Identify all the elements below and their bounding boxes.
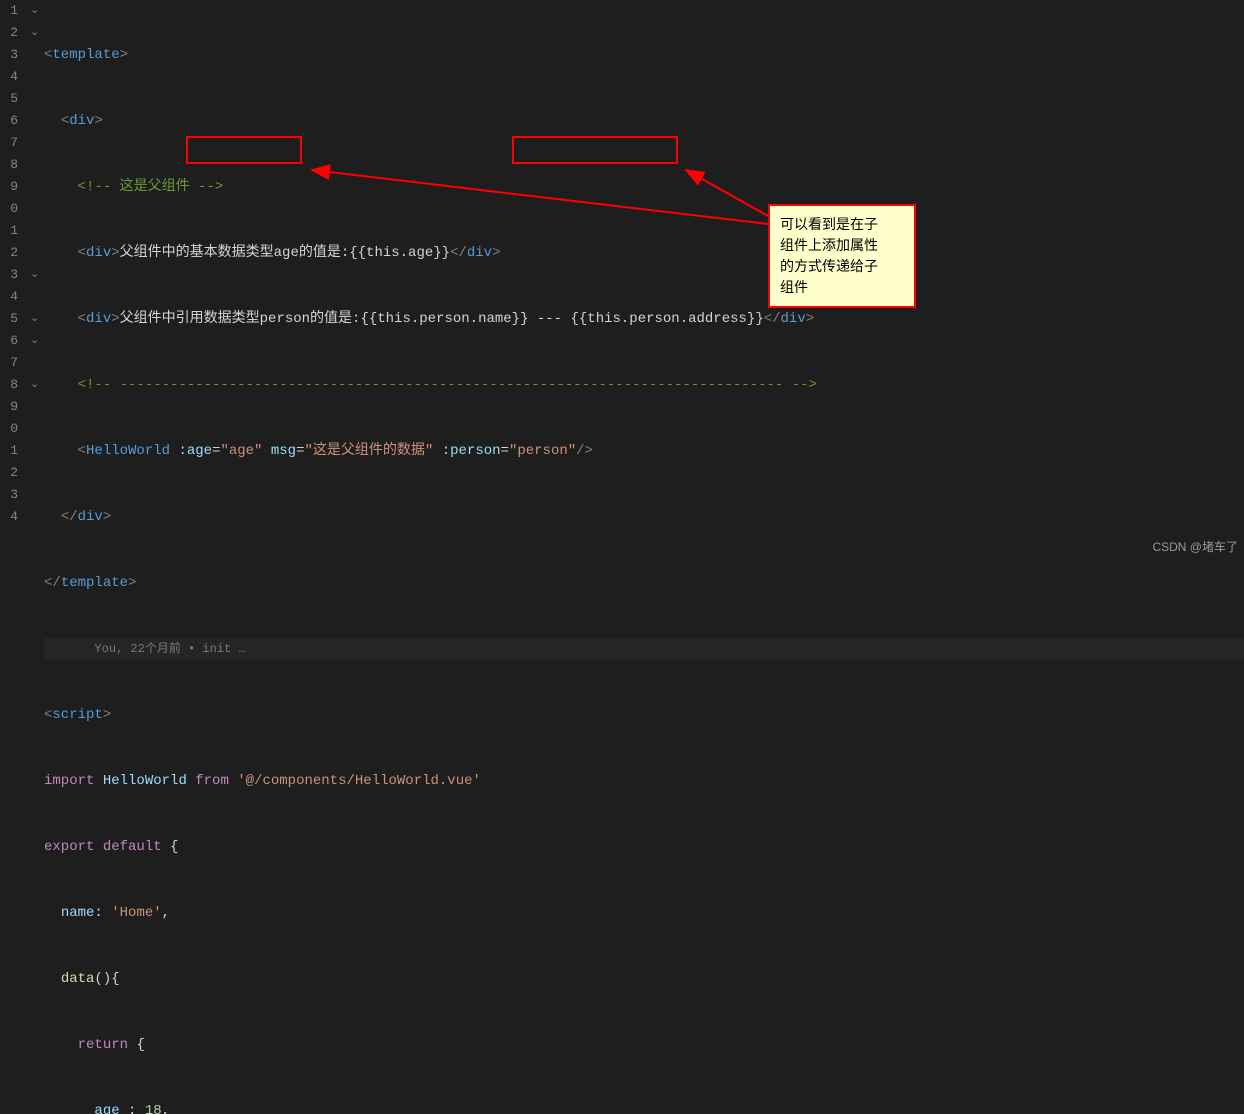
code-line: import HelloWorld from '@/components/Hel… <box>44 770 1244 792</box>
code-line: age : 18, <box>44 1100 1244 1114</box>
code-line: </template> <box>44 572 1244 594</box>
code-line: <div>父组件中的基本数据类型age的值是:{{this.age}}</div… <box>44 242 1244 264</box>
watermark: CSDN @堵车了 <box>1152 538 1238 555</box>
line-number-gutter: 123456789012345678901234 <box>0 0 30 557</box>
code-line: You, 22个月前 • init … <box>44 638 1244 660</box>
code-line: </div> <box>44 506 1244 528</box>
code-line: <!-- 这是父组件 --> <box>44 176 1244 198</box>
code-editor[interactable]: 123456789012345678901234 ⌄⌄⌄⌄⌄⌄ <templat… <box>0 0 1244 557</box>
code-line: return { <box>44 1034 1244 1056</box>
code-line: <script> <box>44 704 1244 726</box>
code-line: name: 'Home', <box>44 902 1244 924</box>
code-line: <HelloWorld :age="age" msg="这是父组件的数据" :p… <box>44 440 1244 462</box>
code-line: <div> <box>44 110 1244 132</box>
fold-column[interactable]: ⌄⌄⌄⌄⌄⌄ <box>30 0 44 557</box>
code-line: <!-- -----------------------------------… <box>44 374 1244 396</box>
code-line: <template> <box>44 44 1244 66</box>
code-area[interactable]: <template> <div> <!-- 这是父组件 --> <div>父组件… <box>44 0 1244 557</box>
code-line: export default { <box>44 836 1244 858</box>
code-line: data(){ <box>44 968 1244 990</box>
annotation-callout: 可以看到是在子 组件上添加属性 的方式传递给子 组件 <box>768 204 916 308</box>
code-line: <div>父组件中引用数据类型person的值是:{{this.person.n… <box>44 308 1244 330</box>
